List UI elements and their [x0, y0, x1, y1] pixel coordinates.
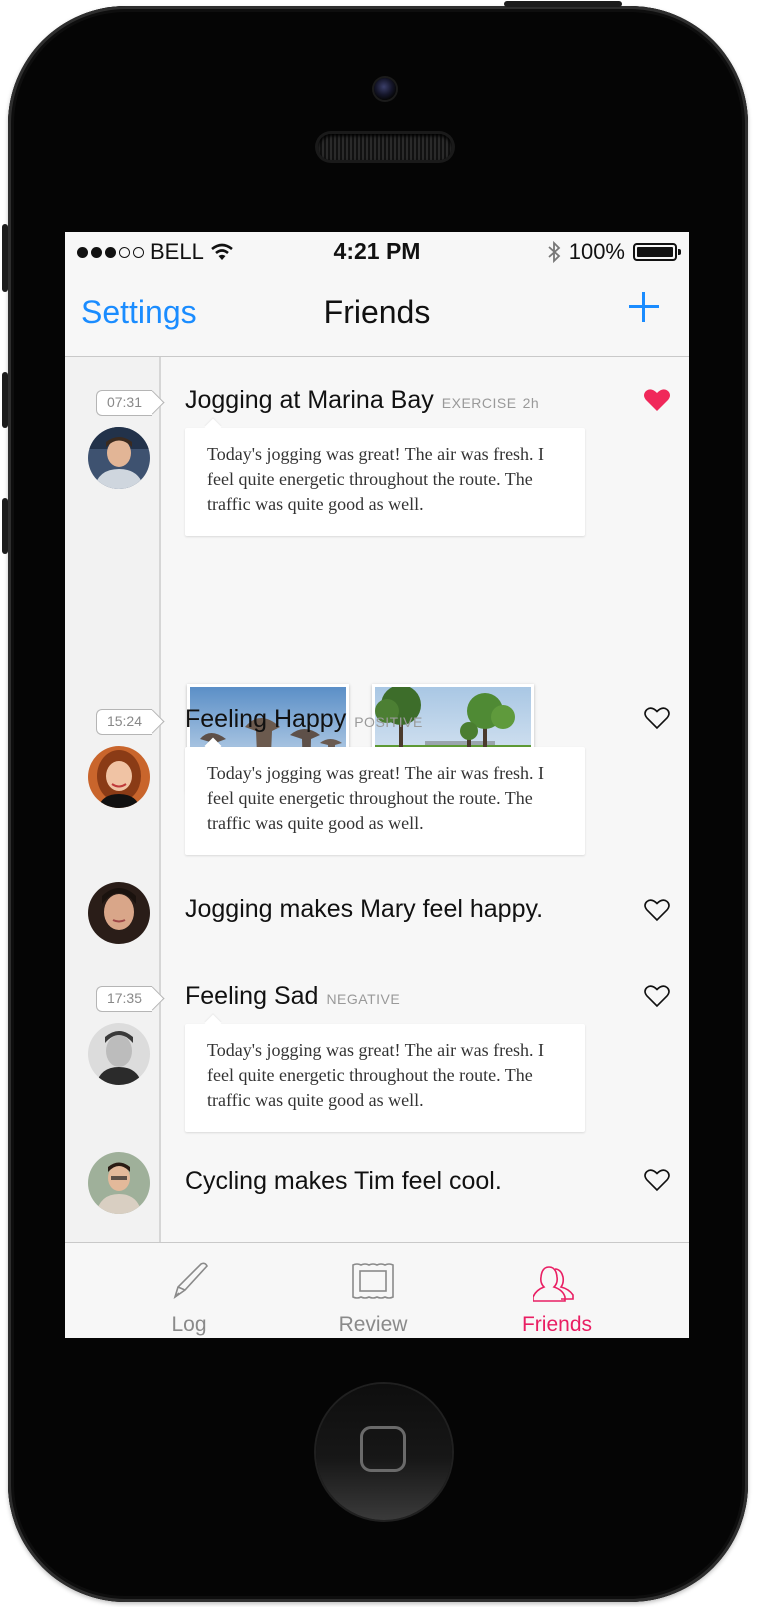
time-tag: 15:24 [96, 709, 152, 735]
heart-filled-icon[interactable] [643, 387, 671, 413]
post-category: EXERCISE [441, 395, 517, 411]
tab-review[interactable]: Review [269, 1243, 477, 1338]
avatar[interactable] [88, 427, 150, 489]
post-category: POSITIVE [354, 714, 423, 730]
avatar[interactable] [88, 1023, 150, 1085]
heart-outline-icon[interactable] [643, 983, 671, 1009]
tab-friends[interactable]: Friends [453, 1243, 661, 1338]
post-title-row: Jogging at Marina Bay EXERCISE 2h [185, 386, 539, 415]
volume-down-button [2, 498, 8, 554]
activity-sentence: Jogging makes Mary feel happy. [185, 895, 544, 923]
front-camera [374, 78, 396, 100]
avatar[interactable] [88, 882, 150, 944]
heart-outline-icon[interactable] [643, 897, 671, 923]
battery-icon [633, 243, 681, 261]
tab-log[interactable]: Log [85, 1243, 293, 1338]
navigation-bar: Settings Friends [65, 272, 689, 357]
home-button[interactable] [316, 1384, 452, 1520]
volume-up-button [2, 372, 8, 428]
pen-icon [173, 1262, 208, 1299]
power-button [504, 1, 622, 7]
status-bar: BELL 4:21 PM 100% [65, 232, 689, 272]
time-tag: 07:31 [96, 390, 152, 416]
page-title: Friends [323, 294, 431, 330]
mute-switch [2, 224, 8, 292]
heart-outline-icon[interactable] [643, 1167, 671, 1193]
avatar[interactable] [88, 746, 150, 808]
tab-label: Log [171, 1313, 207, 1336]
bluetooth-icon [548, 240, 561, 264]
post-age: 2h [522, 395, 540, 411]
tab-label: Review [338, 1313, 408, 1336]
post-category: NEGATIVE [326, 991, 401, 1007]
earpiece-speaker [318, 134, 452, 160]
tab-bar: Log Review Friends [65, 1242, 689, 1338]
post-body: Today's jogging was great! The air was f… [185, 1024, 585, 1132]
app-screen: BELL 4:21 PM 100% Settings Friends 07:31 [65, 232, 689, 1338]
heart-outline-icon[interactable] [643, 705, 671, 731]
avatar[interactable] [88, 1152, 150, 1214]
battery-percent: 100% [568, 239, 625, 264]
post-title: Jogging at Marina Bay [185, 386, 434, 414]
post-title: Feeling Happy [185, 705, 347, 733]
post-title: Feeling Sad [185, 982, 319, 1010]
activity-sentence: Cycling makes Tim feel cool. [185, 1167, 502, 1195]
post-body: Today's jogging was great! The air was f… [185, 747, 585, 855]
picture-frame-icon [352, 1263, 394, 1299]
post-body: Today's jogging was great! The air was f… [185, 428, 585, 536]
post-title-row: Feeling Happy POSITIVE [185, 705, 423, 734]
post-title-row: Feeling Sad NEGATIVE [185, 982, 400, 1011]
friends-feed[interactable]: 07:31 Jogging at Marina Bay EXERCISE 2h To… [65, 357, 689, 1242]
time-tag: 17:35 [96, 986, 152, 1012]
home-square-icon [360, 1426, 406, 1472]
tab-label: Friends [521, 1313, 593, 1336]
plus-icon[interactable] [627, 290, 661, 324]
friends-icon [533, 1266, 574, 1302]
